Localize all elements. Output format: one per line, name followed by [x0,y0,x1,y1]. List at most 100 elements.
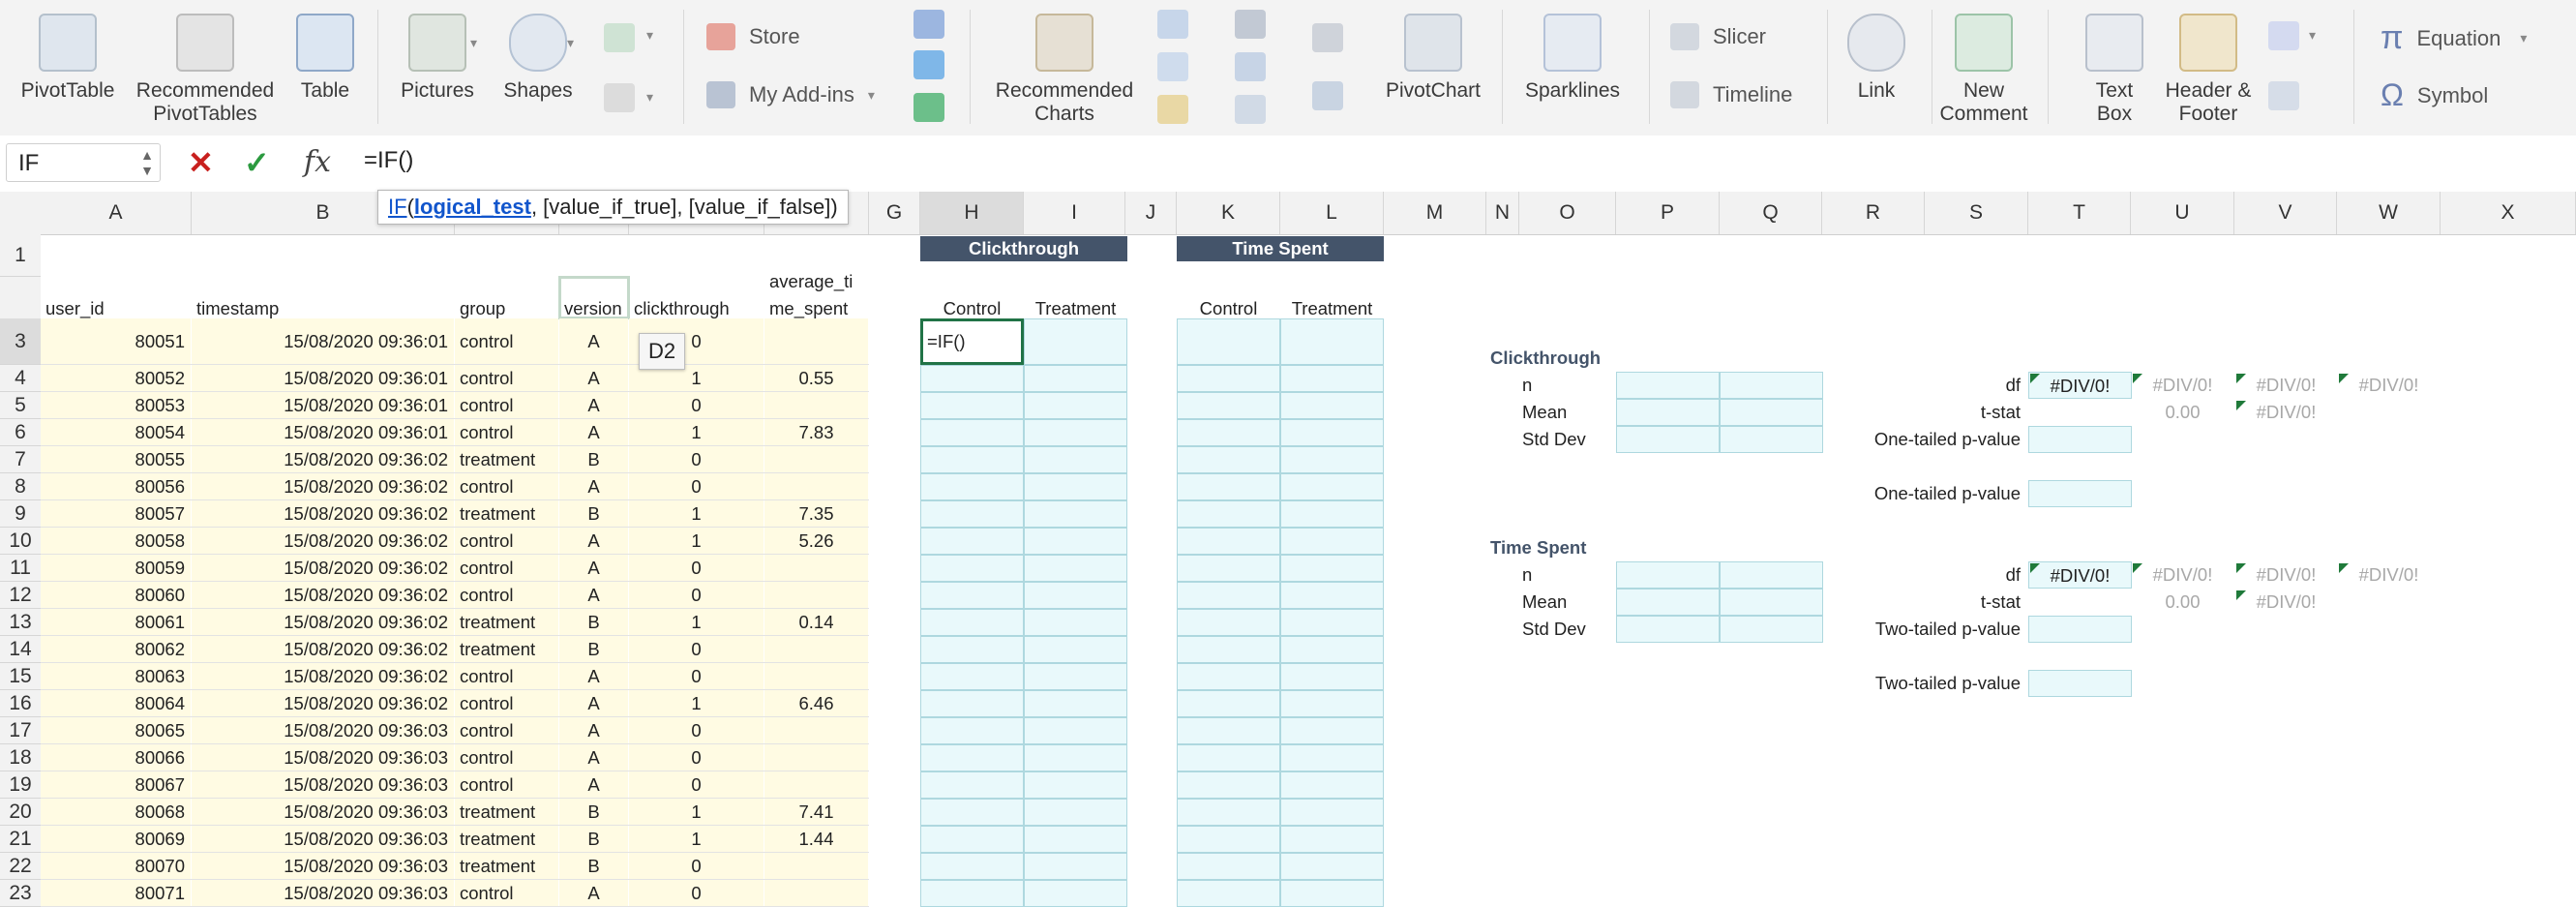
pivotchart-button[interactable]: PivotChart [1380,14,1486,103]
cell-group[interactable]: control [455,717,558,743]
row-header-16[interactable]: 16 [0,690,41,717]
time-spent-input[interactable] [1616,616,1720,643]
cell-version[interactable]: A [559,419,628,445]
analysis-input-cell[interactable] [920,826,1024,853]
analysis-input-cell[interactable] [920,555,1024,582]
timeline-button[interactable]: Timeline [1670,81,1792,108]
symbol-button[interactable]: Ω Symbol [2381,77,2488,113]
cell-version[interactable]: A [559,744,628,771]
analysis-input-cell[interactable] [1280,446,1384,473]
cell-average-time-spent[interactable]: 7.35 [764,500,868,527]
text-box-button[interactable]: Text Box [2081,14,2148,126]
cell-clickthrough[interactable]: 0 [629,636,764,662]
cell-user-id[interactable]: 80051 [41,318,191,364]
column-header-q[interactable]: Q [1720,192,1822,234]
cell-clickthrough[interactable]: 0 [629,853,764,879]
column-header-s[interactable]: S [1925,192,2028,234]
cell-timestamp[interactable]: 15/08/2020 09:36:02 [192,446,454,472]
cell-timestamp[interactable]: 15/08/2020 09:36:03 [192,853,454,879]
cell-average-time-spent[interactable] [764,446,868,472]
cell-timestamp[interactable]: 15/08/2020 09:36:03 [192,717,454,743]
cell-group[interactable]: control [455,392,558,418]
analysis-input-cell[interactable] [1024,500,1127,528]
my-addins-button[interactable]: My Add-ins ▾ [706,81,875,108]
cell-timestamp[interactable]: 15/08/2020 09:36:02 [192,690,454,716]
cell-timestamp[interactable]: 15/08/2020 09:36:02 [192,528,454,554]
analysis-input-cell[interactable] [920,799,1024,826]
cell-group[interactable]: treatment [455,826,558,852]
row-header-5[interactable]: 5 [0,392,41,419]
analysis-input-cell[interactable] [1177,636,1280,663]
insert-function-icon[interactable]: fx [304,145,331,179]
time-spent-input[interactable] [1720,589,1823,616]
analysis-input-cell[interactable] [1177,528,1280,555]
analysis-input-cell[interactable] [920,853,1024,880]
clickthrough-pvalue-value-2[interactable] [2028,480,2132,507]
cancel-formula-icon[interactable]: ✕ [188,147,214,178]
cell-version[interactable]: B [559,500,628,527]
formula-input[interactable]: =IF() [364,147,413,174]
row-header-17[interactable]: 17 [0,717,41,744]
row-header-12[interactable]: 12 [0,582,41,609]
analysis-input-cell[interactable] [1177,771,1280,799]
analysis-input-cell[interactable] [920,690,1024,717]
cell-average-time-spent[interactable] [764,663,868,689]
analysis-input-cell[interactable] [1177,473,1280,500]
analysis-input-cell[interactable] [1280,826,1384,853]
analysis-input-cell[interactable] [1024,880,1127,907]
row-header-20[interactable]: 20 [0,799,41,826]
equation-dropdown-icon[interactable]: ▾ [2520,30,2527,46]
header-user-id[interactable]: user_id [41,298,192,319]
wordart-icon[interactable] [2268,21,2299,50]
pictures-dropdown-icon[interactable]: ▾ [470,35,477,51]
cell-clickthrough[interactable]: 1 [629,528,764,554]
cell-version[interactable]: A [559,663,628,689]
cell-version[interactable]: B [559,636,628,662]
shapes-dropdown-icon[interactable]: ▾ [567,35,574,51]
cell-version[interactable]: A [559,880,628,906]
cell-timestamp[interactable]: 15/08/2020 09:36:02 [192,582,454,608]
cell-average-time-spent[interactable] [764,318,868,364]
clickthrough-treatment-header[interactable]: Treatment [1024,298,1127,319]
analysis-input-cell[interactable] [1177,365,1280,392]
analysis-input-cell[interactable] [920,717,1024,744]
cell-timestamp[interactable]: 15/08/2020 09:36:02 [192,555,454,581]
cell-group[interactable]: control [455,880,558,906]
cell-timestamp[interactable]: 15/08/2020 09:36:03 [192,826,454,852]
column-header-w[interactable]: W [2337,192,2441,234]
cell-group[interactable]: control [455,744,558,771]
time-spent-pvalue-value[interactable] [2028,616,2132,643]
cell-group[interactable]: control [455,473,558,499]
time-spent-input[interactable] [1616,589,1720,616]
analysis-input-cell[interactable] [1024,717,1127,744]
cell-timestamp[interactable]: 15/08/2020 09:36:01 [192,318,454,364]
analysis-input-cell[interactable] [920,446,1024,473]
cell-average-time-spent[interactable] [764,555,868,581]
column-header-a[interactable]: A [41,192,192,234]
timespent-treatment-header[interactable]: Treatment [1280,298,1384,319]
cell-version[interactable]: A [559,365,628,391]
time-spent-input[interactable] [1616,561,1720,589]
statistic-chart-icon[interactable] [1235,52,1266,81]
analysis-input-cell[interactable] [920,500,1024,528]
row-header-9[interactable]: 9 [0,500,41,528]
analysis-input-cell[interactable] [1177,799,1280,826]
cell-average-time-spent[interactable]: 7.41 [764,799,868,825]
error-indicator-icon[interactable] [2030,374,2040,383]
cell-user-id[interactable]: 80069 [41,826,191,852]
cell-clickthrough[interactable]: 1 [629,609,764,635]
current-arg-link[interactable]: logical_test [414,195,531,219]
cell-version[interactable]: A [559,717,628,743]
cell-average-time-spent[interactable] [764,582,868,608]
analysis-input-cell[interactable] [1280,771,1384,799]
cell-clickthrough[interactable]: 0 [629,744,764,771]
clickthrough-input[interactable] [1616,426,1720,453]
timespent-control-header[interactable]: Control [1177,298,1280,319]
analysis-input-cell[interactable] [1177,690,1280,717]
cell-user-id[interactable]: 80071 [41,880,191,906]
object-icon[interactable] [2268,81,2299,110]
column-header-u[interactable]: U [2131,192,2234,234]
wordart-dropdown-icon[interactable]: ▾ [2309,27,2316,44]
clickthrough-input[interactable] [1720,399,1823,426]
analysis-input-cell[interactable] [920,528,1024,555]
